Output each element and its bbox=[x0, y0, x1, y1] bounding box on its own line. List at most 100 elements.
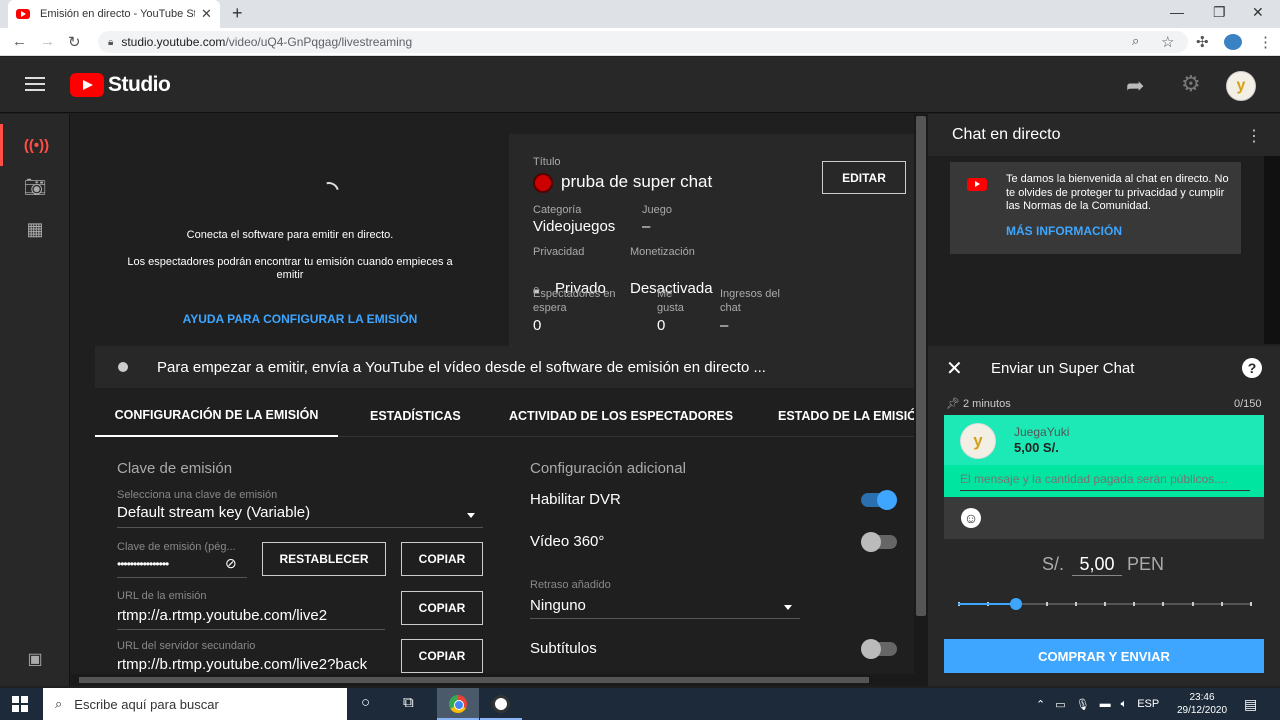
profile-icon[interactable] bbox=[1224, 34, 1242, 50]
windows-start-icon[interactable] bbox=[12, 696, 28, 712]
stream-key-field[interactable]: •••••••••••••••• bbox=[117, 557, 169, 571]
super-chat-title: Enviar un Super Chat bbox=[991, 360, 1135, 377]
waiting-viewers-label: Espectadores en espera bbox=[533, 288, 616, 314]
dvr-toggle[interactable] bbox=[861, 490, 897, 510]
eye-off-icon[interactable]: ⊘ bbox=[225, 555, 237, 572]
slider-handle[interactable] bbox=[1010, 598, 1023, 610]
window-maximize-button[interactable]: ❐ bbox=[1213, 4, 1226, 21]
tab-stream-settings[interactable]: CONFIGURACIÓN DE LA EMISIÓN bbox=[95, 394, 338, 437]
youtube-studio-logo[interactable]: Studio bbox=[70, 73, 171, 97]
back-arrow-icon[interactable]: ← bbox=[12, 33, 27, 50]
horizontal-scrollbar[interactable] bbox=[71, 674, 914, 686]
game-value: – bbox=[642, 218, 651, 235]
browser-tab[interactable]: Emisión en directo - YouTube Studio ✕ bbox=[8, 0, 220, 28]
chat-scrollbar[interactable] bbox=[1264, 156, 1280, 344]
reload-icon[interactable]: ↻ bbox=[68, 33, 81, 51]
copy-backup-url-button[interactable]: COPIAR bbox=[401, 639, 483, 673]
super-chat-preview-card: y JuegaYuki 5,00 S/. bbox=[944, 415, 1264, 497]
help-icon[interactable]: ? bbox=[1242, 358, 1262, 378]
windows-taskbar: ⌕ Escribe aquí para buscar ○ ⧉ ⌃ ▭ 🎙︎ ▬ … bbox=[0, 688, 1280, 720]
task-view-icon[interactable]: ⧉ bbox=[403, 694, 414, 711]
emoji-icon[interactable]: ☺ bbox=[961, 508, 981, 528]
copy-key-button[interactable]: COPIAR bbox=[401, 542, 483, 576]
currency-code: PEN bbox=[1127, 554, 1165, 574]
cortana-icon[interactable]: ○ bbox=[361, 694, 370, 711]
chevron-up-icon[interactable]: ⌃ bbox=[1036, 698, 1045, 711]
amount-slider[interactable] bbox=[958, 598, 1252, 610]
buy-and-send-button[interactable]: COMPRAR Y ENVIAR bbox=[944, 639, 1264, 673]
chrome-taskbar-icon[interactable] bbox=[437, 688, 479, 720]
window-close-button[interactable]: ✕ bbox=[1252, 4, 1264, 21]
network-icon[interactable]: ▭ bbox=[1055, 698, 1065, 711]
video-360-toggle[interactable] bbox=[861, 532, 897, 552]
taskbar-search-box[interactable]: ⌕ Escribe aquí para buscar bbox=[43, 688, 347, 720]
language-indicator[interactable]: ESP bbox=[1137, 698, 1159, 710]
vertical-scrollbar[interactable] bbox=[914, 114, 928, 686]
tab-stream-health[interactable]: ESTADO DE LA EMISIÓ bbox=[778, 394, 914, 437]
amount-input[interactable]: 5,00 bbox=[1072, 554, 1122, 576]
gear-icon[interactable]: ⚙ bbox=[1181, 71, 1201, 97]
tab-close-icon[interactable]: ✕ bbox=[201, 6, 212, 22]
latency-label: Retraso añadido bbox=[530, 579, 611, 591]
latency-value: Ninguno bbox=[530, 597, 586, 614]
privacy-label: Privacidad bbox=[533, 246, 585, 258]
calendar-icon[interactable]: ▦ bbox=[0, 208, 70, 250]
main-content: Conecta el software para emitir en direc… bbox=[71, 114, 914, 686]
share-icon[interactable]: ➦ bbox=[1126, 73, 1144, 99]
copy-url-button[interactable]: COPIAR bbox=[401, 591, 483, 625]
bookmark-star-icon[interactable]: ☆ bbox=[1161, 33, 1174, 51]
likes-value: 0 bbox=[657, 317, 666, 334]
menu-hamburger-icon[interactable] bbox=[25, 77, 45, 91]
reset-button[interactable]: RESTABLECER bbox=[262, 542, 386, 576]
live-broadcast-icon[interactable]: ((•)) bbox=[0, 124, 70, 166]
microphone-icon[interactable]: 🎙︎ bbox=[1076, 698, 1090, 711]
stream-key-select-label: Selecciona una clave de emisión bbox=[117, 489, 278, 501]
more-info-link[interactable]: MÁS INFORMACIÓN bbox=[1006, 224, 1122, 238]
avatar[interactable]: y bbox=[1226, 71, 1256, 101]
tab-statistics[interactable]: ESTADÍSTICAS bbox=[370, 394, 461, 437]
close-icon[interactable]: ✕ bbox=[946, 356, 963, 381]
left-nav: ((•)) 📷︎ ▦ ▣ bbox=[0, 114, 70, 686]
stream-url-value[interactable]: rtmp://a.rtmp.youtube.com/live2 bbox=[117, 607, 327, 624]
message-input[interactable] bbox=[960, 472, 1250, 491]
notifications-icon[interactable]: ▤ bbox=[1244, 696, 1257, 713]
more-options-icon[interactable]: ⋮ bbox=[1246, 126, 1262, 146]
subtitles-label: Subtítulos bbox=[530, 640, 597, 657]
latency-select[interactable]: Ninguno bbox=[530, 595, 800, 619]
search-icon: ⌕ bbox=[55, 696, 63, 711]
volume-icon[interactable]: 🔈︎ bbox=[1121, 698, 1128, 711]
live-status-dot-icon bbox=[533, 173, 553, 193]
backup-url-value[interactable]: rtmp://b.rtmp.youtube.com/live2?back bbox=[117, 656, 387, 673]
new-tab-button[interactable]: + bbox=[232, 3, 243, 24]
address-bar[interactable]: 🔒︎ studio.youtube.com/video/uQ4-GnPqgag/… bbox=[98, 31, 1188, 53]
feedback-icon[interactable]: ▣ bbox=[0, 638, 70, 680]
url-path: /video/uQ4-GnPqgag/livestreaming bbox=[225, 35, 413, 49]
subtitles-toggle[interactable] bbox=[861, 639, 897, 659]
zoom-icon[interactable]: ⌕ bbox=[1132, 33, 1139, 49]
url-host: studio.youtube.com bbox=[121, 35, 226, 49]
youtube-logo-icon bbox=[70, 73, 104, 97]
extensions-puzzle-icon[interactable]: ✣ bbox=[1196, 33, 1209, 51]
setup-help-link[interactable]: AYUDA PARA CONFIGURAR LA EMISIÓN bbox=[95, 312, 505, 326]
clock-time: 23:46 bbox=[1189, 692, 1215, 703]
chat-income-label: Ingresos del chat bbox=[720, 288, 780, 314]
forward-arrow-icon[interactable]: → bbox=[40, 33, 55, 50]
taskbar-clock[interactable]: 23:46 29/12/2020 bbox=[1172, 691, 1232, 717]
additional-settings-title: Configuración adicional bbox=[530, 460, 686, 477]
edit-button[interactable]: EDITAR bbox=[822, 161, 906, 194]
stream-info-panel: Título pruba de super chat EDITAR Catego… bbox=[509, 134, 914, 346]
battery-icon[interactable]: ▬ bbox=[1100, 698, 1111, 710]
tab-viewer-activity[interactable]: ACTIVIDAD DE LOS ESPECTADORES bbox=[509, 394, 733, 437]
chat-income-value: – bbox=[720, 317, 729, 334]
stream-key-select[interactable]: Default stream key (Variable) bbox=[117, 502, 483, 528]
system-tray: ⌃ ▭ 🎙︎ ▬ 🔈︎ ESP bbox=[1036, 688, 1169, 720]
window-minimize-button[interactable]: — bbox=[1170, 4, 1184, 20]
browser-menu-icon[interactable]: ⋮ bbox=[1258, 33, 1273, 51]
currency-symbol: S/. bbox=[1042, 554, 1065, 574]
message-area bbox=[944, 465, 1264, 497]
category-value: Videojuegos bbox=[533, 218, 616, 235]
stream-key-section-title: Clave de emisión bbox=[117, 460, 233, 477]
camera-icon[interactable]: 📷︎ bbox=[0, 166, 70, 208]
slider-fill bbox=[958, 603, 1017, 605]
obs-taskbar-icon[interactable] bbox=[480, 688, 522, 720]
